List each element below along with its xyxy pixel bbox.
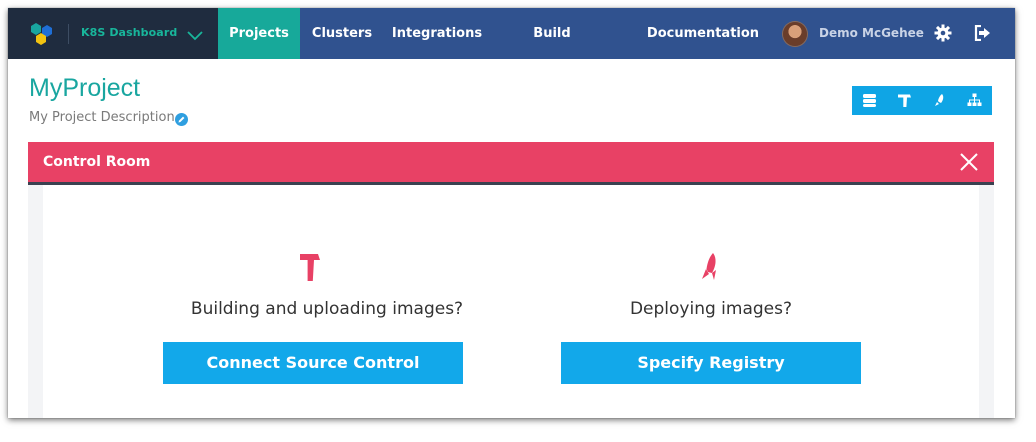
nav-integrations[interactable]: Integrations [388,8,486,59]
nav-documentation[interactable]: Documentation [646,8,760,59]
project-toolbar [852,86,992,115]
sitemap-icon [967,93,982,106]
project-description: My Project Description [29,110,175,125]
close-icon[interactable] [960,153,978,175]
nav-build-hardware[interactable]: Build Hardware [496,8,608,92]
specify-registry-button[interactable]: Specify Registry [561,342,861,384]
control-room-title: Control Room [43,154,151,170]
avatar[interactable] [783,22,807,46]
sign-out-icon[interactable] [974,24,992,45]
app-window: K8S Dashboard Projects Clusters Integrat… [8,8,1015,418]
rocket-icon [699,252,721,286]
deploy-question: Deploying images? [629,299,793,319]
nav-clusters[interactable]: Clusters [304,8,380,59]
build-question: Building and uploading images? [190,299,464,319]
build-button[interactable] [887,86,922,115]
brand-title: K8S Dashboard [81,26,178,39]
control-room-body: Building and uploading images? Connect S… [28,185,994,418]
chevron-down-icon[interactable] [187,27,203,46]
rocket-icon [935,94,944,106]
hammer-icon [898,94,911,107]
nav-projects[interactable]: Projects [218,8,300,59]
page-title: MyProject [29,74,141,102]
user-name[interactable]: Demo McGehee [819,8,924,59]
edit-icon[interactable] [175,111,188,130]
brand-area: K8S Dashboard [8,8,218,59]
topology-button[interactable] [957,86,992,115]
brand-divider [68,24,69,44]
control-room-header: Control Room [28,142,994,182]
registry-button[interactable] [852,86,887,115]
registry-icon [863,94,876,107]
connect-source-control-button[interactable]: Connect Source Control [163,342,463,384]
control-room-content: Building and uploading images? Connect S… [43,185,979,418]
hexagon-cluster-icon [30,22,54,50]
gear-icon[interactable] [934,24,952,46]
hammer-icon [299,252,321,286]
deploy-button[interactable] [922,86,957,115]
top-navbar: K8S Dashboard Projects Clusters Integrat… [8,8,1015,92]
